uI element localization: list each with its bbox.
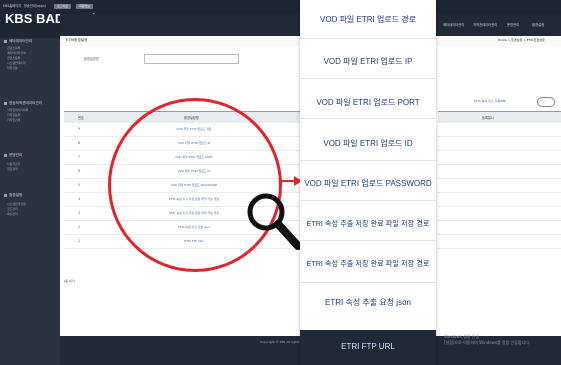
sidebar-item[interactable]: 콘텐츠등록 — [7, 56, 20, 60]
zoom-label: ETRI FTP URL — [341, 342, 395, 351]
table-row[interactable] — [438, 220, 561, 235]
column-number: 번호 — [78, 116, 84, 120]
divider — [300, 38, 436, 39]
table-row[interactable] — [438, 192, 561, 207]
divider — [300, 78, 436, 79]
divider — [300, 282, 436, 283]
sidebar-item[interactable]: 시스템연계이력 — [7, 61, 26, 65]
menu-square-icon — [4, 39, 7, 43]
zoom-label: VOD 파일 ETRI 업로드 ID — [323, 139, 413, 148]
table-row[interactable] — [438, 122, 561, 137]
table-row[interactable] — [438, 164, 561, 179]
extraction-toggle[interactable] — [537, 97, 555, 107]
sidebar-item[interactable]: 사용자관리 — [7, 162, 20, 166]
menu-square-icon — [4, 101, 7, 105]
sidebar-item[interactable]: 저작권데이터목록 — [7, 108, 28, 112]
magnifier-icon — [247, 193, 302, 250]
sidebar-section-copyright[interactable]: 방송저작권데이터관리 — [4, 100, 58, 107]
nav-metadata[interactable]: 메타데이터관리 — [443, 22, 464, 27]
sidebar-item[interactable]: 메타데이터검색 — [7, 51, 26, 55]
zoom-label: VOD 파일 ETRI 업로드 PASSWORD — [304, 179, 432, 188]
top-link-home[interactable]: KBS홈페이지 — [3, 3, 21, 9]
filter-label: 환경설정명 — [84, 57, 99, 61]
sidebar-item[interactable]: 코드관리 — [7, 207, 18, 211]
sidebar-item[interactable]: 메뉴관리 — [7, 212, 18, 216]
logout-button[interactable]: 로그아웃 — [54, 4, 72, 9]
zoom-label: ETRI 속성 추출 저장 완료 파일 저장 경로 — [306, 219, 430, 228]
menu-square-icon — [4, 153, 7, 157]
sidebar-item[interactable]: 저작권등록 — [7, 113, 20, 117]
total-count: [총 9건] — [64, 279, 75, 283]
toggle-label: ETRI 속성 추출 사용여부 — [474, 99, 506, 103]
divider — [300, 200, 436, 201]
sidebar-item[interactable]: 저작권검색 — [7, 118, 20, 122]
zoom-panel-footer: ETRI FTP URL — [300, 330, 436, 365]
user-info-button[interactable]: 회원정보 — [76, 4, 94, 9]
zoom-label: ETRI 속성 추출 저장 완료 파일 저장 경로 — [306, 259, 430, 268]
page-title: ETRI환경설정 — [66, 38, 88, 42]
sidebar-item[interactable]: 작업현황 — [7, 66, 18, 70]
arrow-right-icon — [280, 176, 302, 186]
sidebar-section-metadata[interactable]: 메타데이터관리 — [4, 38, 58, 45]
table-row[interactable] — [438, 206, 561, 221]
zoom-panel: VOD 파일 ETRI 업로드 경로 VOD 파일 ETRI 업로드 IP VO… — [300, 0, 436, 365]
zoom-label: VOD 파일 ETRI 업로드 PORT — [316, 98, 420, 107]
top-link-apps[interactable]: 방송안내(apps) — [24, 3, 46, 9]
zoom-label: VOD 파일 ETRI 업로드 IP — [323, 57, 413, 66]
activation-watermark: Windows 정품 인증 [설정]으로 이동하여 Windows를 정품 인증… — [444, 334, 531, 345]
sidebar-item[interactable]: 권한관리 — [7, 167, 18, 171]
sidebar-item[interactable]: 콘텐츠목록 — [7, 46, 20, 50]
divider — [300, 160, 436, 161]
nav-copyright[interactable]: 저작권데이터관리 — [473, 22, 497, 27]
nav-settings[interactable]: 환경설정 — [532, 22, 544, 27]
breadcrumb: Home > 환경설정 > ETRI환경설정 — [498, 38, 545, 42]
table-row[interactable] — [438, 136, 561, 151]
zoom-label: VOD 파일 ETRI 업로드 경로 — [320, 15, 416, 24]
divider — [300, 240, 436, 241]
table-row[interactable] — [438, 150, 561, 165]
filter-input[interactable] — [144, 54, 239, 64]
nav-operations[interactable]: 운영관리 — [507, 22, 519, 27]
table-row[interactable] — [438, 178, 561, 193]
divider — [300, 118, 436, 119]
menu-square-icon — [4, 193, 7, 197]
sidebar-section-settings[interactable]: 환경설정 — [4, 192, 58, 199]
sidebar-section-operations[interactable]: 운영관리 — [4, 152, 58, 159]
column-date: 등록일시 — [482, 116, 494, 120]
table-row[interactable] — [438, 234, 561, 249]
zoom-label: ETRI 속성 추출 요청 json — [325, 298, 411, 307]
sidebar-item[interactable]: 시스템환경설정 — [7, 202, 26, 206]
